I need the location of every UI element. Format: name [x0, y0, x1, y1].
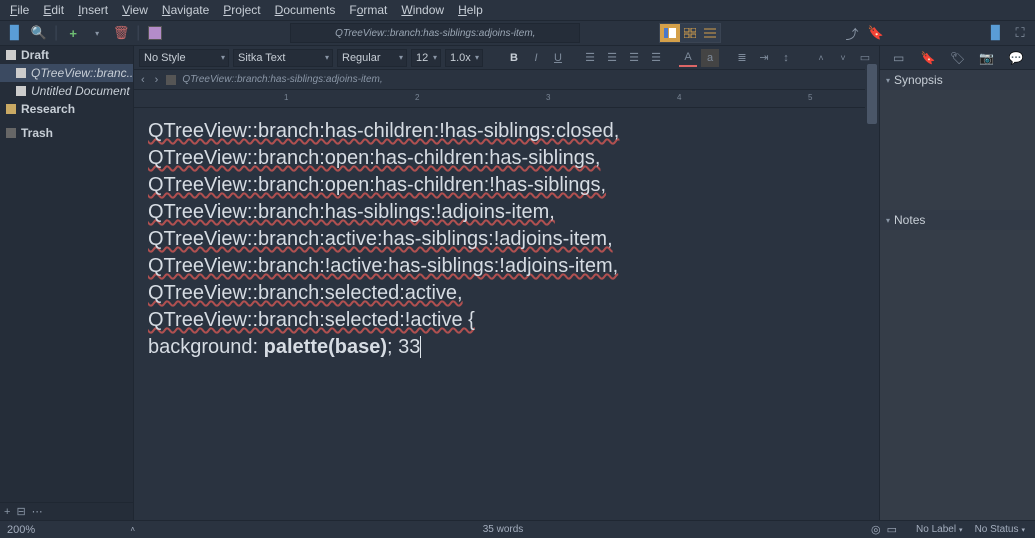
- status-bar: 200% ˄ 35 words ◎ ▭ No Label▾ No Status▾: [0, 520, 1035, 538]
- add-icon[interactable]: +: [64, 24, 82, 42]
- binder-item-active-doc[interactable]: QTreeView::branc...: [0, 64, 133, 82]
- nav-forward-icon[interactable]: ›: [153, 74, 161, 86]
- highlight-button[interactable]: a: [701, 49, 719, 67]
- label-icon[interactable]: [146, 24, 164, 42]
- menu-navigate[interactable]: Navigate: [156, 1, 215, 19]
- menu-insert[interactable]: Insert: [72, 1, 114, 19]
- binder-sidebar: Draft QTreeView::branc... Untitled Docum…: [0, 46, 134, 520]
- text-color-button[interactable]: A: [679, 49, 697, 67]
- search-icon[interactable]: 🔍: [30, 24, 48, 42]
- binder-tree: Draft QTreeView::branc... Untitled Docum…: [0, 46, 133, 142]
- binder-footer: + ⊟ ⋯: [0, 502, 133, 520]
- synopsis-body[interactable]: [880, 90, 1035, 210]
- view-corkboard-button[interactable]: [680, 24, 700, 42]
- view-mode-toggle: [659, 23, 721, 43]
- notes-body[interactable]: [880, 230, 1035, 520]
- format-toolbar: No Style▾ Sitka Text▾ Regular▾ 12▾ 1.0x▾…: [134, 46, 879, 70]
- style-combo[interactable]: No Style▾: [139, 49, 229, 67]
- notes-header[interactable]: ▾Notes: [880, 210, 1035, 230]
- bookmark-icon[interactable]: 🔖: [867, 24, 885, 42]
- align-right-button[interactable]: ☰: [625, 49, 643, 67]
- menu-format[interactable]: Format: [343, 1, 393, 19]
- line-spacing-button[interactable]: ↕: [777, 49, 795, 67]
- align-justify-button[interactable]: ☰: [647, 49, 665, 67]
- binder-item-draft[interactable]: Draft: [0, 46, 133, 64]
- dropdown-caret-icon[interactable]: ▾: [88, 24, 106, 42]
- inspector-tabs: ▭ 🔖 🏷 📷 💬: [880, 46, 1035, 70]
- list-bullet-button[interactable]: ≣: [733, 49, 751, 67]
- inspector-bookmarks-icon[interactable]: 🔖: [920, 51, 936, 65]
- inspector-comments-icon[interactable]: 💬: [1008, 51, 1024, 65]
- menu-bar: File Edit Insert View Navigate Project D…: [0, 0, 1035, 20]
- inspector-toggle-icon[interactable]: ▉: [987, 24, 1005, 42]
- status-dropdown[interactable]: No Status▾: [969, 524, 1031, 535]
- zoom-combo[interactable]: 1.0x▾: [445, 49, 483, 67]
- menu-help[interactable]: Help: [452, 1, 489, 19]
- editor-text[interactable]: QTreeView::branch:has-children:!has-sibl…: [134, 108, 879, 520]
- editor-scrollbar[interactable]: [865, 64, 879, 520]
- synopsis-header[interactable]: ▾Synopsis: [880, 70, 1035, 90]
- breadcrumb-doc-icon: [166, 75, 176, 85]
- main-toolbar: ▉ 🔍 | + ▾ 🗑 | QTreeView::branch:has-sibl…: [0, 20, 1035, 46]
- binder-item-research[interactable]: Research: [0, 100, 133, 118]
- breadcrumb-bar: ‹ › QTreeView::branch:has-siblings:adjoi…: [134, 70, 879, 90]
- collapse-down-icon[interactable]: ˅: [834, 49, 852, 67]
- view-outliner-button[interactable]: [700, 24, 720, 42]
- menu-edit[interactable]: Edit: [37, 1, 70, 19]
- view-editor-button[interactable]: [660, 24, 680, 42]
- menu-view[interactable]: View: [116, 1, 154, 19]
- menu-project[interactable]: Project: [217, 1, 266, 19]
- size-combo[interactable]: 12▾: [411, 49, 441, 67]
- binder-collapse-icon[interactable]: ⊟: [16, 505, 25, 518]
- editor-area: No Style▾ Sitka Text▾ Regular▾ 12▾ 1.0x▾…: [134, 46, 879, 520]
- inspector-snapshots-icon[interactable]: 📷: [979, 51, 995, 65]
- status-zoom-label[interactable]: 200%: [4, 524, 38, 536]
- breadcrumb-text[interactable]: QTreeView::branch:has-siblings:adjoins-i…: [182, 74, 382, 85]
- indent-button[interactable]: ⇥: [755, 49, 773, 67]
- status-view-icon[interactable]: ▭: [884, 523, 900, 536]
- status-target-icon[interactable]: ◎: [868, 523, 884, 536]
- inspector-sidebar: ▭ 🔖 🏷 📷 💬 ▾Synopsis ▾Notes: [879, 46, 1035, 520]
- italic-button[interactable]: I: [527, 49, 545, 67]
- binder-item-trash[interactable]: Trash: [0, 124, 133, 142]
- bold-button[interactable]: B: [505, 49, 523, 67]
- collapse-up-icon[interactable]: ˄: [812, 49, 830, 67]
- binder-add-icon[interactable]: +: [4, 506, 10, 518]
- menu-file[interactable]: File: [4, 1, 35, 19]
- nav-back-icon[interactable]: ‹: [139, 74, 147, 86]
- binder-toggle-icon[interactable]: ▉: [6, 24, 24, 42]
- inspector-notes-icon[interactable]: ▭: [891, 51, 907, 65]
- scrollbar-thumb[interactable]: [867, 64, 877, 124]
- label-dropdown[interactable]: No Label▾: [910, 524, 969, 535]
- binder-more-icon[interactable]: ⋯: [32, 505, 43, 518]
- underline-button[interactable]: U: [549, 49, 567, 67]
- weight-combo[interactable]: Regular▾: [337, 49, 407, 67]
- compose-icon[interactable]: ⤴: [843, 24, 861, 42]
- font-combo[interactable]: Sitka Text▾: [233, 49, 333, 67]
- document-title-field[interactable]: QTreeView::branch:has-siblings:adjoins-i…: [290, 23, 580, 43]
- menu-window[interactable]: Window: [395, 1, 450, 19]
- inspector-metadata-icon[interactable]: 🏷: [949, 51, 965, 65]
- align-center-button[interactable]: ☰: [603, 49, 621, 67]
- status-word-count[interactable]: 35 words: [138, 524, 868, 535]
- menu-documents[interactable]: Documents: [269, 1, 342, 19]
- align-left-button[interactable]: ☰: [581, 49, 599, 67]
- binder-item-untitled[interactable]: Untitled Document: [0, 82, 133, 100]
- chevron-up-icon[interactable]: ˄: [127, 525, 138, 534]
- delete-icon[interactable]: 🗑: [112, 24, 130, 42]
- main-area: Draft QTreeView::branc... Untitled Docum…: [0, 46, 1035, 520]
- ruler[interactable]: 1 2 3 4 5: [134, 90, 879, 108]
- expand-icon[interactable]: ⛶: [1011, 24, 1029, 42]
